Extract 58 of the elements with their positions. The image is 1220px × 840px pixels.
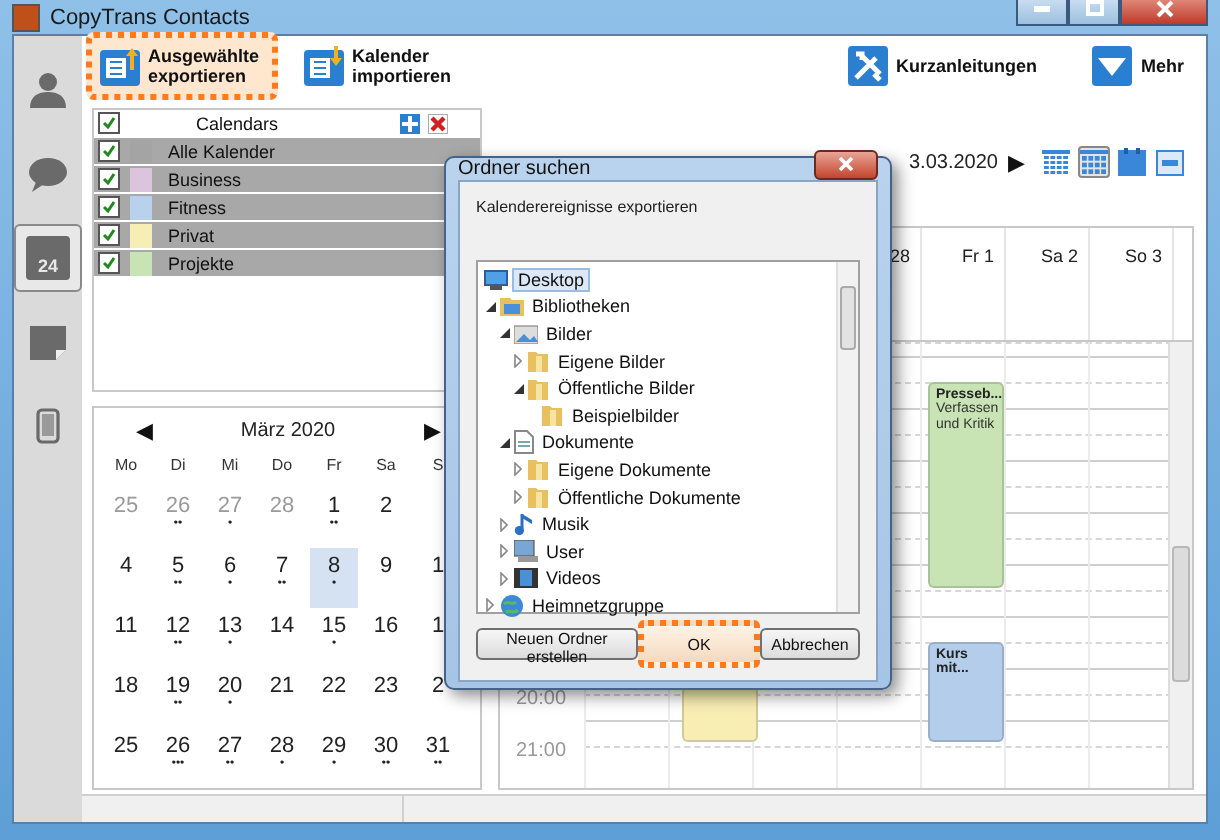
- day-number: 20: [217, 674, 243, 698]
- day-header: Fr 1: [961, 246, 994, 266]
- day-number: 15: [321, 614, 347, 638]
- day-number: 14: [269, 614, 295, 638]
- weekday-label: S: [430, 454, 446, 478]
- day-number: 18: [113, 674, 139, 698]
- day-header: 28: [889, 246, 910, 266]
- day-number: 21: [269, 674, 295, 698]
- day-number: 19: [165, 674, 191, 698]
- calendar-name: Privat: [168, 225, 215, 245]
- day-number: 25: [113, 494, 139, 518]
- day-header: So 3: [1124, 246, 1162, 266]
- weekday-label: Do: [269, 454, 295, 478]
- day-number: 1: [327, 494, 341, 518]
- day-number: 26: [165, 494, 191, 518]
- calendar-day-number: 24: [37, 256, 58, 280]
- day-number: 4: [119, 554, 133, 578]
- day-number: 27: [217, 494, 243, 518]
- calendar-name: Fitness: [168, 197, 227, 217]
- day-number: 12: [165, 614, 191, 638]
- day-number: 5: [171, 554, 185, 578]
- day-number: 2: [431, 674, 445, 698]
- day-number: 27: [217, 734, 243, 758]
- time-label: 20:00: [516, 688, 567, 710]
- time-label: 21:00: [516, 740, 567, 762]
- day-number: 6: [223, 554, 237, 578]
- calendar-name: Business: [168, 169, 242, 189]
- day-number: 2: [379, 494, 393, 518]
- day-number: 1: [431, 614, 445, 638]
- day-number: 9: [379, 554, 393, 578]
- calendar-name: Alle Kalender: [168, 141, 276, 161]
- day-number: 23: [373, 674, 399, 698]
- month-title: März 2020: [240, 419, 336, 441]
- day-number: 16: [373, 614, 399, 638]
- weekday-label: Sa: [374, 454, 398, 478]
- dialog-prompt: Kalenderereignisse exportieren: [476, 198, 700, 216]
- column-header: Calendars: [196, 113, 281, 133]
- weekday-label: Mo: [112, 454, 140, 478]
- calendar-name: Projekte: [168, 253, 235, 273]
- day-number: 8: [327, 554, 341, 578]
- day-number: 7: [275, 554, 289, 578]
- day-number: 11: [114, 614, 138, 638]
- day-number: 22: [321, 674, 347, 698]
- weekday-label: Fr: [324, 454, 344, 478]
- day-number: 1: [431, 554, 445, 578]
- date-label: 3.03.2020: [909, 151, 998, 173]
- day-number: 28: [269, 494, 295, 518]
- day-number: 31: [425, 734, 451, 758]
- window-title: CopyTrans Contacts: [50, 5, 252, 29]
- day-number: 13: [217, 614, 243, 638]
- weekday-label: Di: [168, 454, 188, 478]
- weekday-label: Mi: [219, 454, 241, 478]
- day-number: 30: [373, 734, 399, 758]
- day-number: 29: [321, 734, 347, 758]
- day-number: 26: [165, 734, 191, 758]
- day-number: 25: [113, 734, 139, 758]
- day-header: Sa 2: [1040, 246, 1078, 266]
- day-number: 28: [269, 734, 295, 758]
